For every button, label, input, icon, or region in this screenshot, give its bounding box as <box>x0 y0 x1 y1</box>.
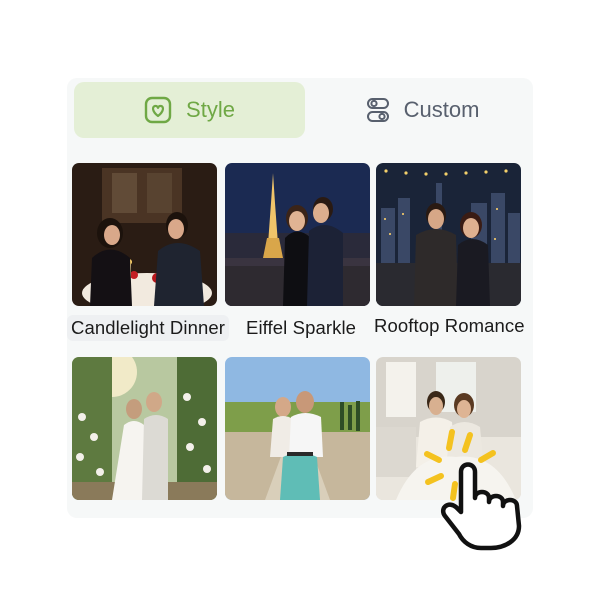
couple-rooftop-city-night-photo[interactable] <box>376 163 521 306</box>
style-caption-eiffel-sparkle: Eiffel Sparkle <box>246 317 357 338</box>
style-caption-candlelight-dinner: Candlelight Dinner <box>67 315 230 341</box>
tab-custom[interactable]: Custom <box>320 82 525 138</box>
couple-eiffel-tower-night-photo[interactable] <box>225 163 370 306</box>
couple-rose-garden-photo[interactable] <box>72 357 217 500</box>
tab-style-label: Style <box>186 97 235 122</box>
couple-candlelit-dinner-photo[interactable] <box>72 163 217 306</box>
tab-custom-label: Custom <box>403 97 480 122</box>
tab-style[interactable]: Style <box>74 82 305 138</box>
tap-hand-icon <box>415 420 565 555</box>
style-caption-rooftop-romance: Rooftop Romance <box>374 315 525 336</box>
heart-frame-icon <box>144 96 172 124</box>
toggles-icon <box>366 97 390 123</box>
couple-scooter-countryside-photo[interactable] <box>225 357 370 500</box>
